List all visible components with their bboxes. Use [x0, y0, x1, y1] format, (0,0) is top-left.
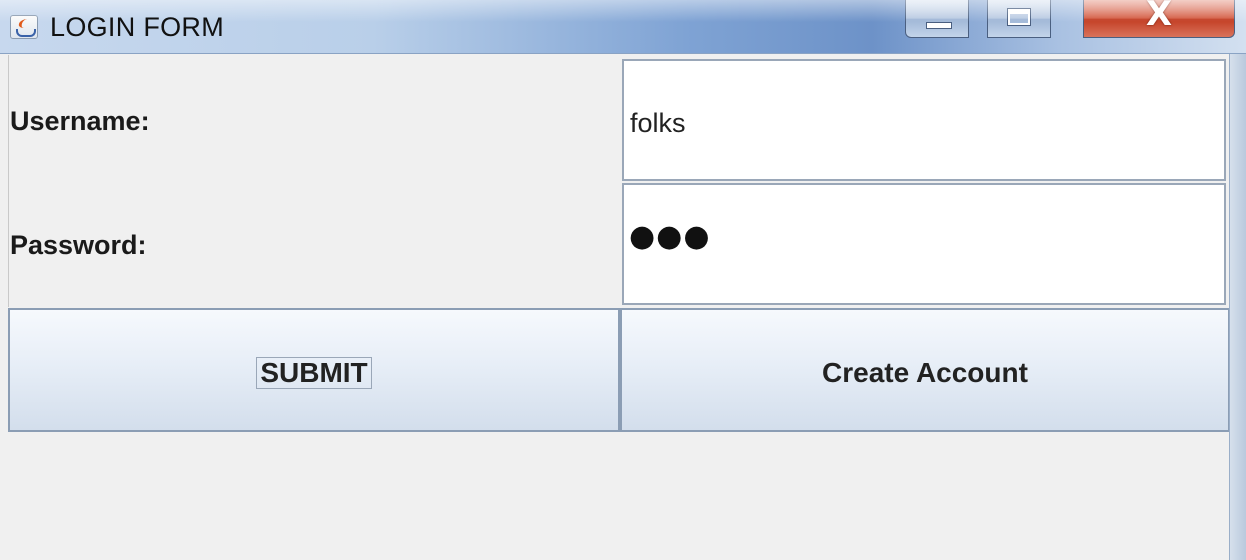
- window-title: LOGIN FORM: [50, 12, 225, 42]
- close-button[interactable]: X: [1083, 0, 1235, 38]
- panel-divider: [8, 55, 9, 307]
- submit-button[interactable]: SUBMIT: [8, 308, 620, 432]
- window-right-border: [1229, 54, 1246, 560]
- java-cup-icon: [10, 15, 38, 39]
- username-field[interactable]: folks: [622, 59, 1226, 181]
- password-label: Password:: [10, 230, 147, 260]
- create-account-button-label: Create Account: [822, 357, 1028, 388]
- password-field[interactable]: ●●●: [622, 183, 1226, 305]
- close-icon: X: [1145, 0, 1173, 34]
- empty-panel: [8, 432, 1230, 560]
- password-mask: ●●●: [629, 219, 711, 254]
- submit-button-label: SUBMIT: [256, 357, 372, 389]
- username-value: folks: [630, 108, 686, 138]
- username-label: Username:: [10, 106, 150, 136]
- maximize-button[interactable]: [987, 0, 1051, 38]
- title-bar[interactable]: LOGIN FORM X: [0, 0, 1246, 54]
- login-window: LOGIN FORM X Username: folks Password: ●…: [0, 0, 1246, 560]
- minimize-icon: [926, 22, 952, 29]
- maximize-icon: [1007, 8, 1031, 26]
- minimize-button[interactable]: [905, 0, 969, 38]
- create-account-button[interactable]: Create Account: [620, 308, 1230, 432]
